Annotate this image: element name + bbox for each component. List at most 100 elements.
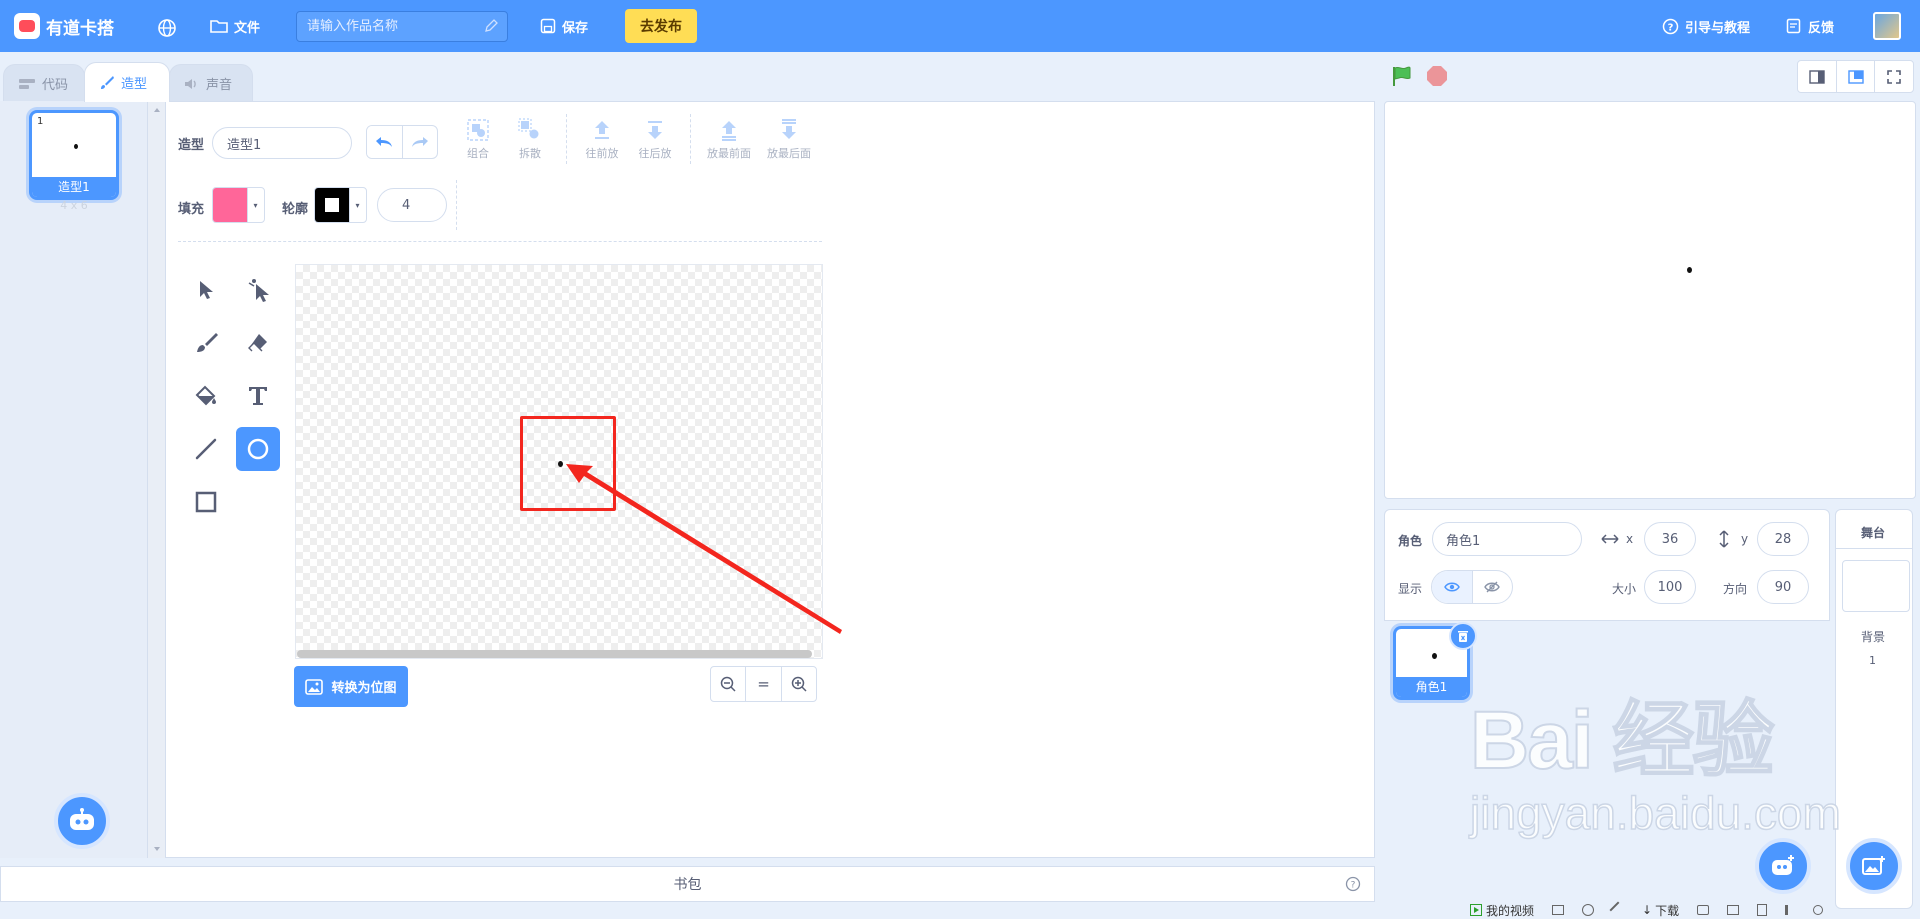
brush-icon — [197, 333, 218, 352]
top-bar — [0, 0, 1920, 52]
show-button[interactable] — [1432, 571, 1473, 603]
zoom-in-button[interactable] — [782, 667, 816, 701]
costume-name-label: 造型1 — [32, 177, 116, 197]
fill-color-picker[interactable]: ▾ — [212, 187, 265, 223]
save-label: 保存 — [562, 20, 589, 36]
my-video-button[interactable]: 我的视频 — [1470, 902, 1534, 919]
canvas-horizontal-scrollbar[interactable] — [297, 650, 812, 658]
ai-assistant-button[interactable] — [54, 793, 110, 849]
costume-list-scrollbar[interactable] — [148, 101, 165, 858]
back-label: 放最后面 — [767, 147, 811, 160]
circle-icon — [247, 438, 269, 460]
stage-canvas[interactable] — [1384, 101, 1916, 499]
file-label: 文件 — [234, 20, 261, 36]
guide-button[interactable]: ? 引导与教程 — [1662, 14, 1750, 38]
zoom-reset-button[interactable]: = — [746, 667, 782, 701]
add-backdrop-button[interactable] — [1846, 838, 1902, 894]
rocket-icon[interactable] — [1609, 901, 1627, 919]
text-tool[interactable] — [236, 374, 280, 418]
backward-button[interactable]: 往后放 — [629, 118, 681, 161]
direction-input[interactable]: 90 — [1757, 570, 1809, 604]
select-tool[interactable] — [184, 268, 228, 312]
undo-button[interactable] — [367, 126, 403, 158]
convert-to-bitmap-button[interactable]: 转换为位图 — [294, 666, 408, 707]
add-sprite-button[interactable] — [1755, 838, 1811, 894]
delete-sprite-button[interactable] — [1449, 622, 1477, 650]
divider — [178, 241, 822, 242]
tab-sounds[interactable]: 声音 — [169, 64, 253, 102]
x-input[interactable]: 36 — [1644, 522, 1696, 556]
avatar[interactable] — [1873, 12, 1901, 40]
small-stage-button[interactable] — [1798, 61, 1837, 92]
size-label: 大小 — [1612, 582, 1637, 596]
screenshot-icon[interactable] — [1552, 905, 1565, 915]
tab-costumes[interactable]: 造型 — [84, 62, 170, 102]
stop-icon[interactable] — [1425, 64, 1449, 88]
back-button[interactable]: 放最后面 — [763, 118, 815, 161]
refresh-icon[interactable] — [1582, 904, 1595, 916]
language-button[interactable] — [157, 16, 177, 40]
group-button[interactable]: 组合 — [452, 118, 504, 161]
circle-tool[interactable] — [236, 427, 280, 471]
play-icon — [1470, 904, 1482, 916]
fill-tool[interactable] — [184, 374, 228, 418]
front-button[interactable]: 放最前面 — [703, 118, 755, 161]
file-menu[interactable]: 文件 — [210, 14, 260, 38]
rectangle-tool[interactable] — [184, 480, 228, 524]
image-icon — [305, 678, 324, 695]
reshape-tool[interactable] — [236, 268, 280, 312]
settings-icon[interactable] — [1813, 905, 1824, 915]
publish-button[interactable]: 去发布 — [625, 9, 697, 43]
scroll-up-icon — [154, 108, 160, 112]
help-icon[interactable]: ? — [1345, 876, 1361, 892]
trash-icon — [1458, 630, 1468, 642]
volume-icon[interactable] — [1785, 905, 1795, 915]
green-flag-icon[interactable] — [1390, 64, 1414, 88]
code-icon — [19, 78, 35, 89]
window-icon[interactable] — [1727, 905, 1740, 915]
costume-name-label: 造型 — [178, 138, 205, 153]
costume-name-input[interactable] — [212, 127, 352, 159]
backward-label: 往后放 — [638, 147, 672, 160]
annotation-arrow — [566, 464, 842, 634]
app-logo[interactable]: 有道卡搭 — [14, 13, 114, 39]
tab-code-label: 代码 — [42, 78, 69, 93]
y-label: y — [1741, 532, 1749, 546]
eraser-tool[interactable] — [236, 321, 280, 365]
caret-down-icon: ▾ — [247, 188, 263, 222]
forward-button[interactable]: 往前放 — [576, 118, 628, 161]
tab-code[interactable]: 代码 — [3, 64, 85, 102]
save-button[interactable]: 保存 — [540, 14, 588, 38]
size-input[interactable]: 100 — [1644, 570, 1696, 604]
project-title-input[interactable] — [296, 11, 508, 42]
brush-tool[interactable] — [184, 321, 228, 365]
download-button[interactable]: ↓ 下载 — [1642, 902, 1679, 919]
ungroup-icon — [518, 118, 539, 139]
outline-color-picker[interactable]: ▾ — [314, 187, 367, 223]
redo-button[interactable] — [403, 126, 438, 158]
backdrop-count: 1 — [1869, 654, 1876, 667]
separator — [566, 114, 567, 164]
layout-icon[interactable] — [1757, 904, 1768, 916]
sprite-name-input[interactable]: 角色1 — [1432, 522, 1582, 556]
costume-item[interactable]: 1 造型1 — [29, 110, 119, 200]
normal-stage-button[interactable] — [1837, 61, 1876, 92]
feedback-button[interactable]: 反馈 — [1786, 14, 1834, 38]
y-input[interactable]: 28 — [1757, 522, 1809, 556]
zoom-controls: = — [710, 666, 817, 702]
hide-button[interactable] — [1473, 571, 1513, 603]
stroke-width-input[interactable] — [377, 188, 447, 222]
zoom-out-button[interactable] — [711, 667, 747, 701]
stage-sprite[interactable] — [1687, 267, 1692, 273]
line-tool[interactable] — [184, 427, 228, 471]
zoom-in-icon — [791, 676, 807, 692]
fullscreen-button[interactable] — [1875, 61, 1913, 92]
ungroup-button[interactable]: 拆散 — [504, 118, 556, 161]
speaker-icon — [185, 78, 196, 89]
feedback-icon — [1786, 18, 1801, 34]
backpack-label: 书包 — [673, 877, 702, 893]
cloud-icon[interactable] — [1697, 905, 1710, 915]
backpack-bar[interactable]: 书包 — [0, 866, 1375, 902]
reshape-icon — [248, 279, 269, 302]
backdrop-thumbnail[interactable] — [1842, 560, 1910, 612]
